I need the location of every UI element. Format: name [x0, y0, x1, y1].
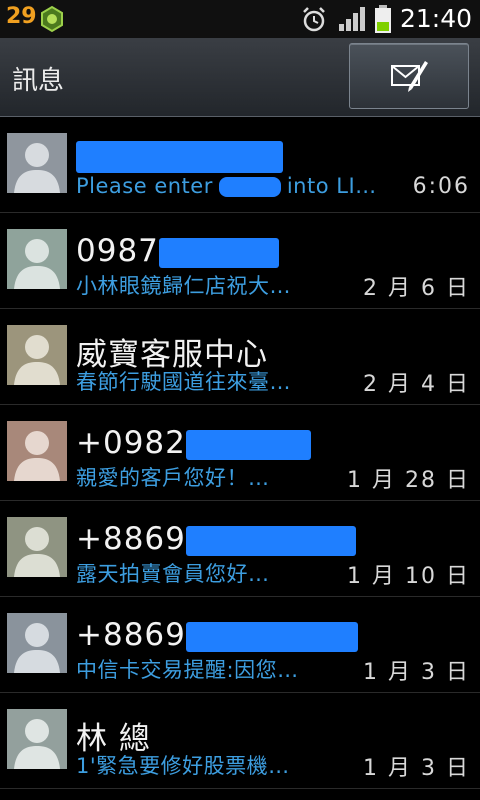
contact-name: [76, 137, 283, 173]
message-date: 2 月 6 日: [363, 276, 470, 301]
message-preview: 中信卡交易提醒:因您…: [76, 658, 299, 682]
avatar: [7, 229, 67, 289]
message-date: 6:06: [412, 174, 470, 199]
notification-count: 29: [6, 4, 37, 29]
clock: 21:40: [400, 4, 473, 33]
message-preview: 1'緊急要修好股票機…: [76, 754, 290, 778]
redacted-name: [185, 621, 358, 652]
avatar: [7, 421, 67, 481]
status-bar: 29 21:40: [0, 0, 480, 38]
avatar: [7, 613, 67, 673]
redacted-name: [158, 237, 279, 268]
redacted-name: [185, 525, 356, 556]
message-date: 1 月 10 日: [347, 564, 470, 589]
redacted-name: [185, 429, 311, 460]
avatar: [7, 325, 67, 385]
avatar: [7, 517, 67, 577]
conversation-row[interactable]: 0987 小林眼鏡歸仁店祝大… 2 月 6 日: [0, 213, 480, 309]
message-preview: 小林眼鏡歸仁店祝大…: [76, 274, 291, 298]
contact-name: +8869: [76, 521, 356, 557]
conversation-row[interactable]: +0982 親愛的客戶您好！… 1 月 28 日: [0, 405, 480, 501]
compose-message-icon: [391, 61, 428, 92]
battery-icon: [374, 4, 392, 34]
signal-icon: [338, 6, 368, 32]
message-date: 1 月 28 日: [347, 468, 470, 493]
message-preview: Please enter into LI…: [76, 174, 377, 198]
message-preview: 春節行駛國道往來臺…: [76, 370, 291, 394]
conversation-row[interactable]: +8869 中信卡交易提醒:因您… 1 月 3 日: [0, 597, 480, 693]
compose-button[interactable]: [349, 43, 469, 109]
contact-name: +8869: [76, 617, 358, 653]
avatar: [7, 709, 67, 769]
message-date: 1 月 3 日: [363, 660, 470, 685]
conversation-row[interactable]: 威寶客服中心 春節行駛國道往來臺… 2 月 4 日: [0, 309, 480, 405]
contact-name: 0987: [76, 233, 279, 269]
avatar: [7, 133, 67, 193]
message-preview: 親愛的客戶您好！…: [76, 466, 270, 490]
app-badge-icon: [38, 5, 66, 33]
contact-name: +0982: [76, 425, 311, 461]
redacted-name: [76, 140, 283, 173]
alarm-icon: [300, 6, 328, 34]
message-preview: 露天拍賣會員您好…: [76, 562, 270, 586]
conversation-row[interactable]: Please enter into LI… 6:06: [0, 117, 480, 213]
conversation-row[interactable]: +8869 露天拍賣會員您好… 1 月 10 日: [0, 501, 480, 597]
conversation-row[interactable]: 林 總 1'緊急要修好股票機… 1 月 3 日: [0, 693, 480, 789]
conversation-list: Please enter into LI… 6:06 0987 小林眼鏡歸仁店祝大…: [0, 117, 480, 800]
redacted-code: [218, 177, 281, 197]
page-title: 訊息: [12, 66, 65, 96]
app-header: 訊息: [0, 38, 480, 117]
message-date: 2 月 4 日: [363, 372, 470, 397]
message-date: 1 月 3 日: [363, 756, 470, 781]
